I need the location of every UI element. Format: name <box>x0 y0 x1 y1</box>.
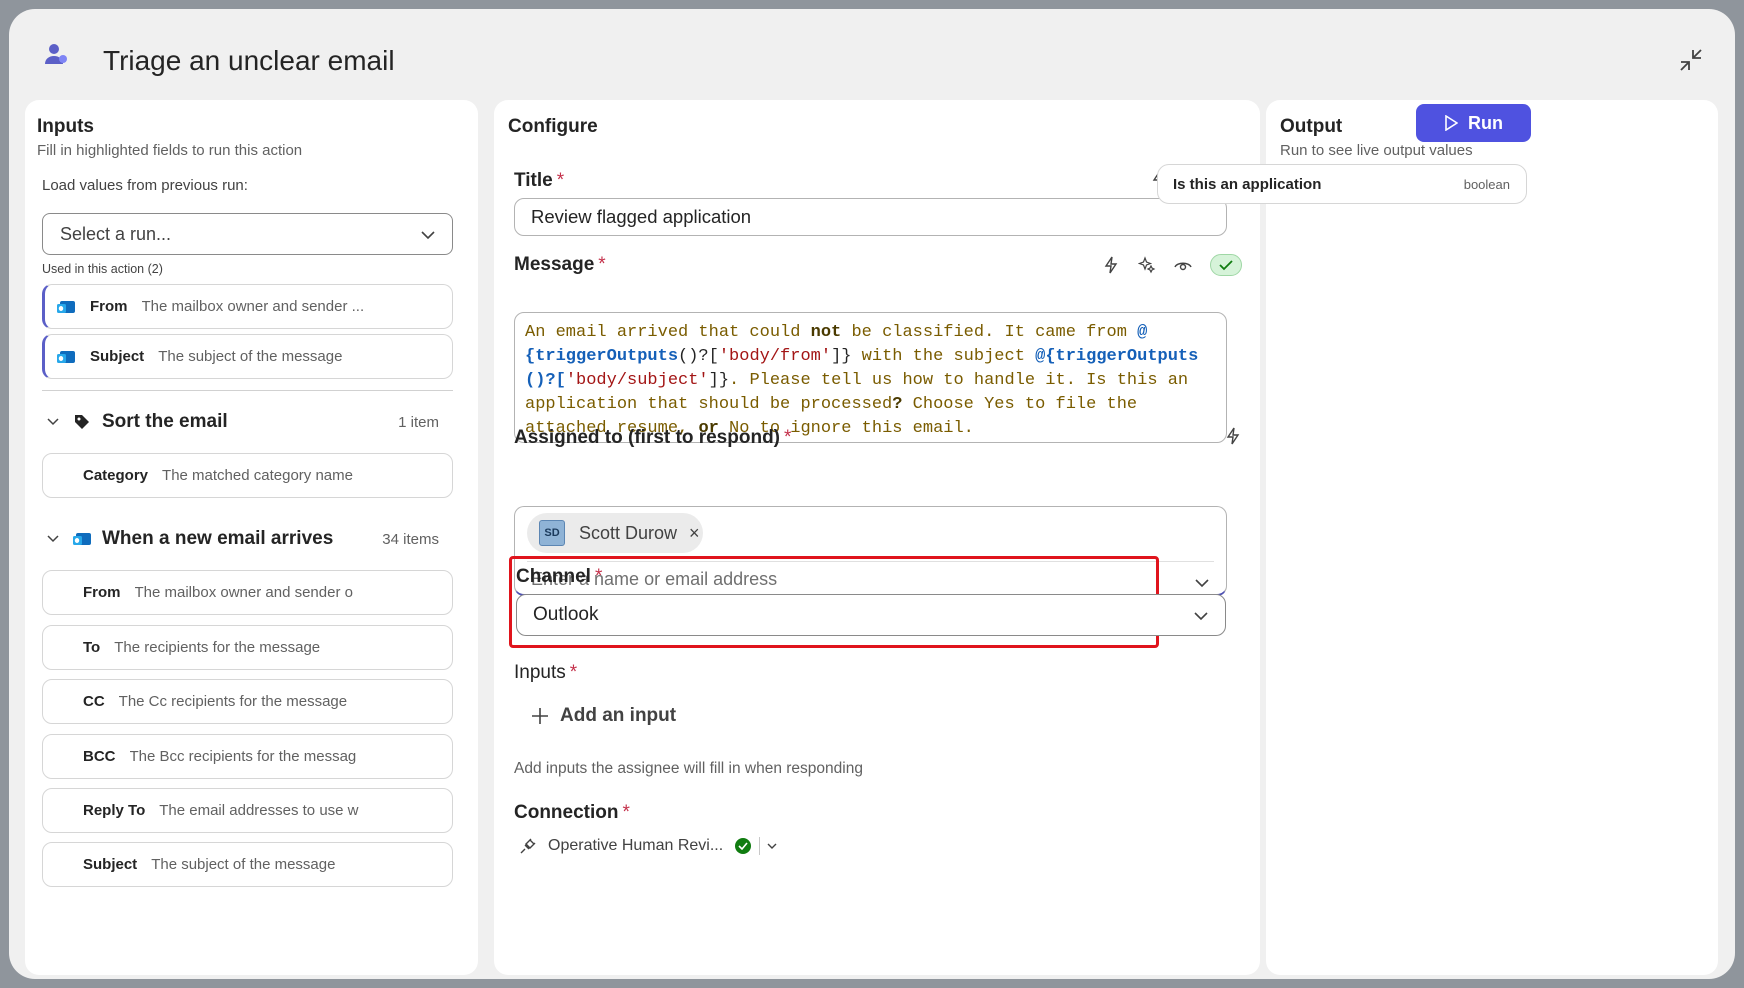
token-to[interactable]: To The recipients for the message <box>42 625 453 670</box>
output-name: Is this an application <box>1173 175 1322 193</box>
title-value: Review flagged application <box>531 206 752 227</box>
select-run-dropdown[interactable]: Select a run... <box>42 213 453 255</box>
token-category[interactable]: Category The matched category name <box>42 453 453 498</box>
output-type: boolean <box>1463 176 1510 192</box>
token-subject[interactable]: Subject The subject of the message <box>42 842 453 887</box>
connection-label: Connection * <box>514 802 630 823</box>
chevron-down-icon <box>47 535 59 543</box>
modal-title: Triage an unclear email <box>103 45 395 76</box>
channel-value: Outlook <box>533 604 599 625</box>
outlook-icon <box>73 533 91 545</box>
output-subtitle: Run to see live output values <box>1280 142 1473 159</box>
message-field-actions <box>1102 254 1242 276</box>
token-description: The mailbox owner and sender ... <box>141 298 365 315</box>
connected-check-icon <box>735 838 752 854</box>
chevron-down-icon[interactable] <box>1194 575 1210 591</box>
token-description: The subject of the message <box>158 348 343 365</box>
modal-header: Triage an unclear email <box>9 9 1735 105</box>
validated-check[interactable] <box>1210 254 1242 276</box>
token-bcc[interactable]: BCC The Bcc recipients for the messag <box>42 734 453 779</box>
output-item[interactable]: Is this an application boolean <box>1157 164 1527 204</box>
configure-heading: Configure <box>508 116 598 137</box>
token-name: Reply To <box>83 802 146 819</box>
plus-icon <box>532 708 548 724</box>
assigned-label: Assigned to (first to respond) * <box>514 427 792 448</box>
token-description: The Cc recipients for the message <box>118 693 348 710</box>
token-name: CC <box>83 693 105 710</box>
token-description: The matched category name <box>162 467 353 484</box>
divider <box>759 837 761 855</box>
channel-dropdown[interactable]: Outlook <box>516 594 1226 636</box>
token-name: Subject <box>83 856 138 873</box>
play-icon <box>1445 115 1458 131</box>
divider <box>42 390 453 391</box>
run-button[interactable]: Run <box>1416 104 1531 142</box>
add-input-button[interactable]: Add an input <box>530 705 676 727</box>
token-from[interactable]: From The mailbox owner and sender o <box>42 570 453 615</box>
load-values-label: Load values from previous run: <box>42 177 248 194</box>
collapse-icon[interactable] <box>1677 46 1705 74</box>
checkmark-icon <box>1219 260 1233 271</box>
agent-icon <box>45 44 67 64</box>
assigned-field-actions <box>1224 427 1242 445</box>
connection-name: Operative Human Revi... <box>548 837 724 854</box>
dynamic-content-icon[interactable] <box>1102 256 1120 274</box>
run-label: Run <box>1468 112 1503 133</box>
token-from[interactable]: From The mailbox owner and sender ... <box>42 284 453 329</box>
inputs-help-text: Add inputs the assignee will fill in whe… <box>514 760 863 777</box>
message-label: Message * <box>514 254 606 275</box>
group-new-email[interactable]: When a new email arrives 34 items <box>42 525 453 553</box>
token-name: To <box>83 639 101 656</box>
configure-panel: Configure Title * Review flagged applicat… <box>494 100 1260 975</box>
chevron-down-icon <box>1194 612 1208 621</box>
chevron-down-icon <box>421 231 435 240</box>
group-title: Sort the email <box>102 411 228 432</box>
connection-selector[interactable]: Operative Human Revi... <box>518 836 778 856</box>
group-sort-email[interactable]: Sort the email 1 item <box>42 408 453 436</box>
token-name: Category <box>83 467 149 484</box>
tag-icon <box>75 415 89 429</box>
person-chip[interactable]: SD Scott Durow × <box>527 513 703 553</box>
chevron-down-icon[interactable] <box>766 840 778 852</box>
token-reply-to[interactable]: Reply To The email addresses to use w <box>42 788 453 833</box>
chevron-down-icon <box>47 418 59 426</box>
inputs-heading: Inputs <box>37 116 94 137</box>
outlook-icon <box>57 300 75 313</box>
token-cc[interactable]: CC The Cc recipients for the message <box>42 679 453 724</box>
dynamic-content-icon[interactable] <box>1224 427 1242 445</box>
group-count: 34 items <box>382 530 439 548</box>
person-name: Scott Durow <box>579 522 678 543</box>
group-count: 1 item <box>398 413 439 431</box>
outlook-icon <box>57 350 75 363</box>
token-name: From <box>83 584 121 601</box>
inputs-label: Inputs * <box>514 662 578 683</box>
token-description: The subject of the message <box>151 856 336 873</box>
remove-person-icon[interactable]: × <box>689 523 700 544</box>
title-label: Title * <box>514 170 565 191</box>
sparkle-icon[interactable] <box>1138 256 1156 274</box>
token-name: BCC <box>83 748 116 765</box>
inputs-panel: Inputs Fill in highlighted fields to run… <box>25 100 478 975</box>
avatar: SD <box>539 520 565 546</box>
inputs-subtitle: Fill in highlighted fields to run this a… <box>37 142 303 159</box>
token-description: The recipients for the message <box>114 639 321 656</box>
token-description: The mailbox owner and sender o <box>134 584 353 601</box>
preview-eye-icon[interactable] <box>1174 258 1192 272</box>
used-in-action-label: Used in this action (2) <box>42 262 163 276</box>
token-subject[interactable]: Subject The subject of the message <box>42 334 453 379</box>
token-description: The email addresses to use w <box>159 802 359 819</box>
group-title: When a new email arrives <box>102 528 334 549</box>
channel-label: Channel * <box>516 566 603 587</box>
select-run-placeholder: Select a run... <box>60 223 172 244</box>
title-input[interactable]: Review flagged application <box>514 198 1227 236</box>
output-heading: Output <box>1280 116 1343 137</box>
output-panel: Output Run to see live output values <box>1266 100 1718 975</box>
add-input-label: Add an input <box>560 705 677 726</box>
triage-modal: Triage an unclear email Inputs Fill in h… <box>9 9 1735 979</box>
token-name: From <box>90 298 128 315</box>
token-name: Subject <box>90 348 145 365</box>
message-editor[interactable]: An email arrived that could not be class… <box>514 312 1227 443</box>
token-description: The Bcc recipients for the messag <box>129 748 357 765</box>
plug-icon <box>520 838 536 854</box>
